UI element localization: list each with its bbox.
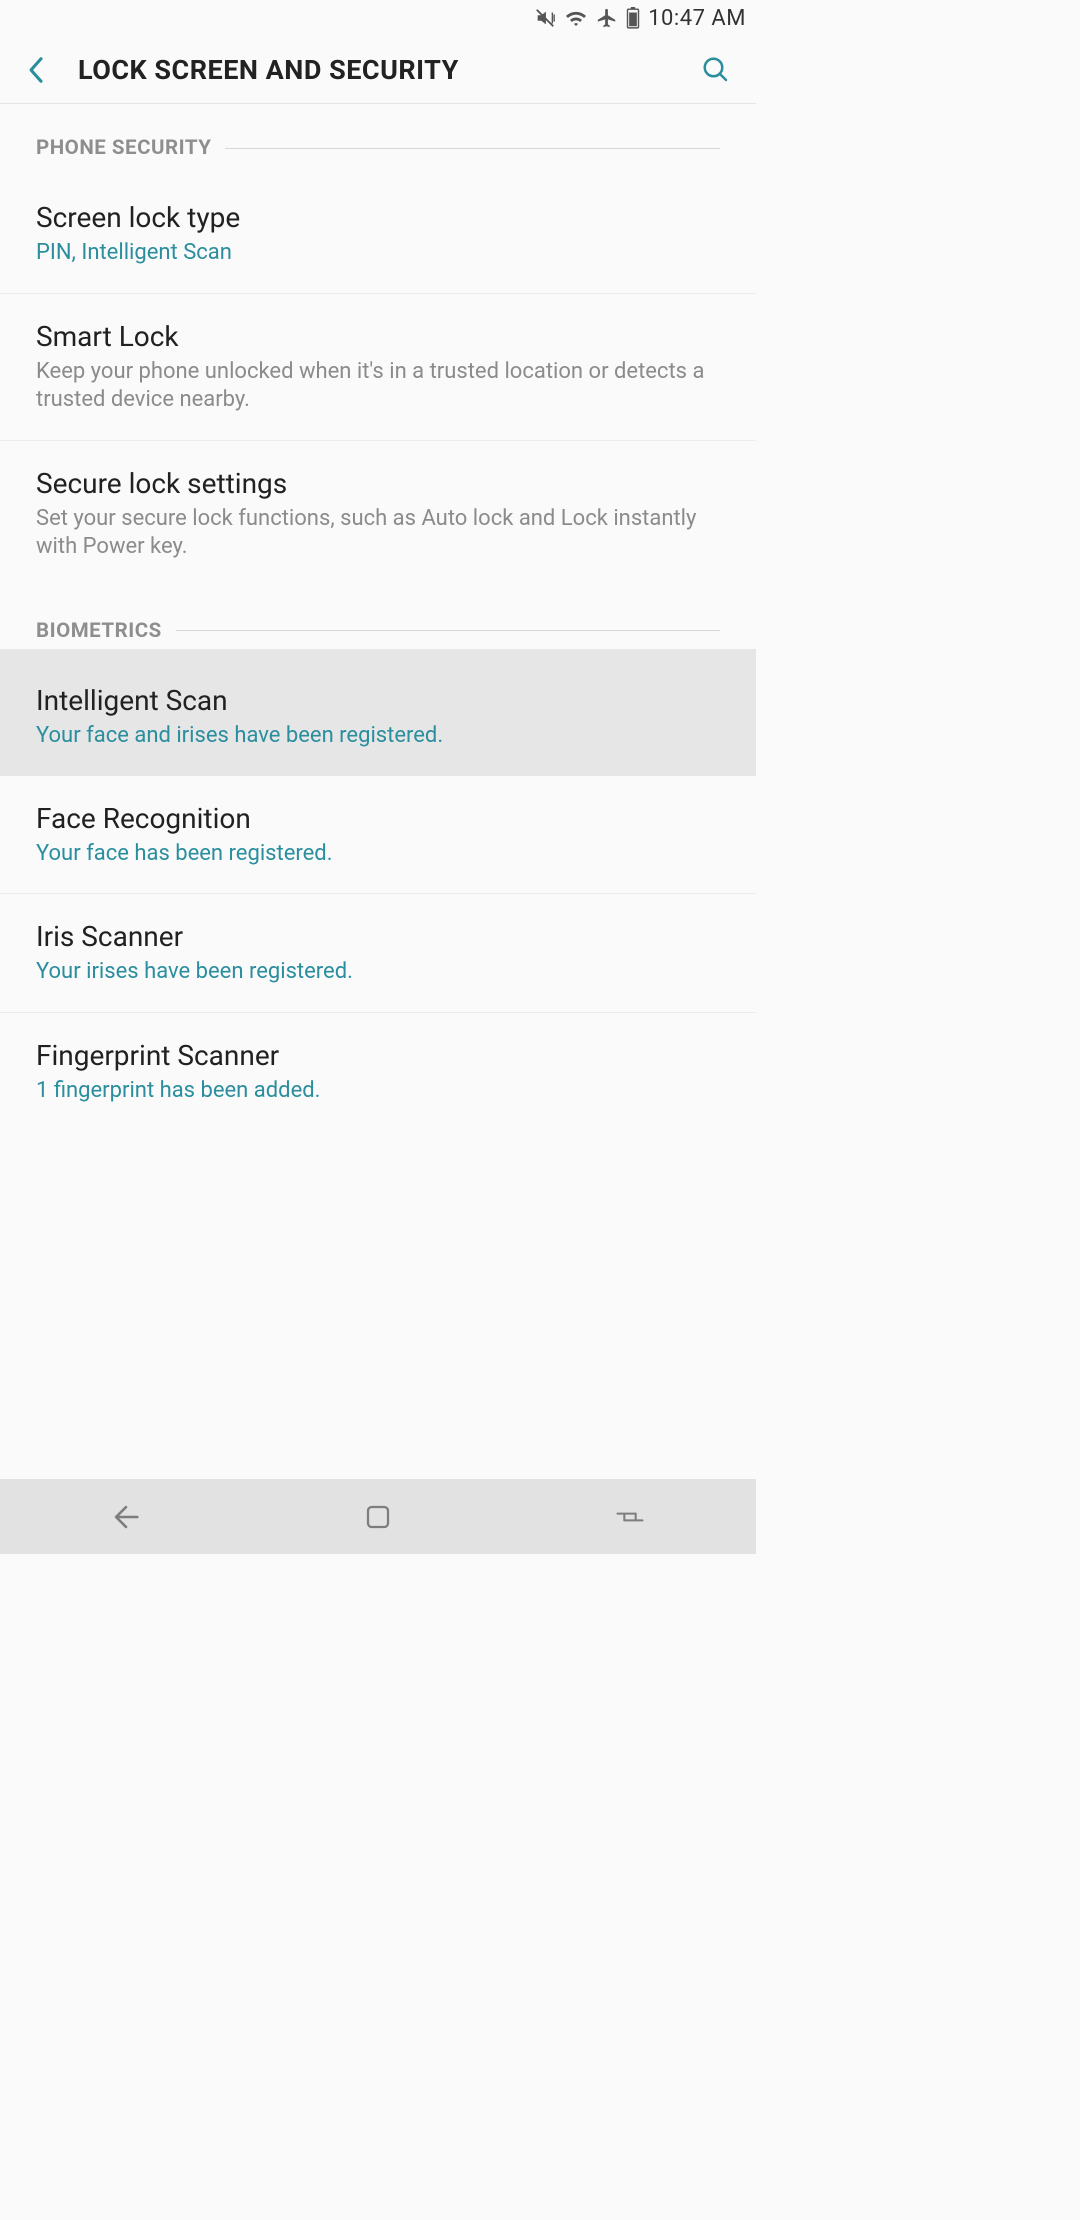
item-title: Iris Scanner	[36, 919, 720, 954]
section-header-phone-security: PHONE SECURITY	[0, 104, 756, 166]
item-fingerprint-scanner[interactable]: Fingerprint Scanner 1 fingerprint has be…	[0, 1013, 756, 1131]
item-subtitle: Set your secure lock functions, such as …	[36, 505, 720, 562]
item-screen-lock-type[interactable]: Screen lock type PIN, Intelligent Scan	[0, 166, 756, 294]
page-title: LOCK SCREEN AND SECURITY	[78, 54, 674, 86]
back-button[interactable]	[16, 50, 56, 90]
airplane-icon	[596, 7, 618, 29]
section-rule	[225, 148, 720, 149]
mute-vibrate-icon	[534, 7, 556, 29]
search-button[interactable]	[696, 50, 736, 90]
item-subtitle: Your face has been registered.	[36, 840, 720, 869]
status-bar: 10:47 AM	[0, 0, 756, 36]
section-rule	[176, 630, 720, 631]
item-subtitle: PIN, Intelligent Scan	[36, 239, 720, 268]
app-bar: LOCK SCREEN AND SECURITY	[0, 36, 756, 104]
nav-bar	[0, 1479, 756, 1554]
nav-back-button[interactable]	[66, 1492, 186, 1542]
item-subtitle: 1 fingerprint has been added.	[36, 1077, 720, 1106]
item-subtitle: Your face and irises have been registere…	[36, 722, 720, 751]
item-title: Smart Lock	[36, 319, 720, 354]
item-smart-lock[interactable]: Smart Lock Keep your phone unlocked when…	[0, 294, 756, 441]
item-iris-scanner[interactable]: Iris Scanner Your irises have been regis…	[0, 894, 756, 1013]
section-label: BIOMETRICS	[36, 619, 162, 643]
item-title: Fingerprint Scanner	[36, 1038, 720, 1073]
item-subtitle: Keep your phone unlocked when it's in a …	[36, 358, 720, 415]
status-time: 10:47 AM	[648, 6, 746, 31]
wifi-icon	[564, 7, 588, 29]
settings-list: PHONE SECURITY Screen lock type PIN, Int…	[0, 104, 756, 1130]
battery-icon	[626, 7, 640, 29]
item-title: Intelligent Scan	[36, 683, 720, 718]
item-title: Secure lock settings	[36, 466, 720, 501]
item-secure-lock-settings[interactable]: Secure lock settings Set your secure loc…	[0, 441, 756, 587]
nav-recents-button[interactable]	[570, 1492, 690, 1542]
item-subtitle: Your irises have been registered.	[36, 958, 720, 987]
section-label: PHONE SECURITY	[36, 136, 211, 160]
nav-home-button[interactable]	[318, 1492, 438, 1542]
section-header-biometrics: BIOMETRICS	[0, 587, 756, 649]
item-title: Face Recognition	[36, 801, 720, 836]
item-title: Screen lock type	[36, 200, 720, 235]
item-intelligent-scan[interactable]: Intelligent Scan Your face and irises ha…	[0, 649, 756, 776]
item-face-recognition[interactable]: Face Recognition Your face has been regi…	[0, 776, 756, 895]
